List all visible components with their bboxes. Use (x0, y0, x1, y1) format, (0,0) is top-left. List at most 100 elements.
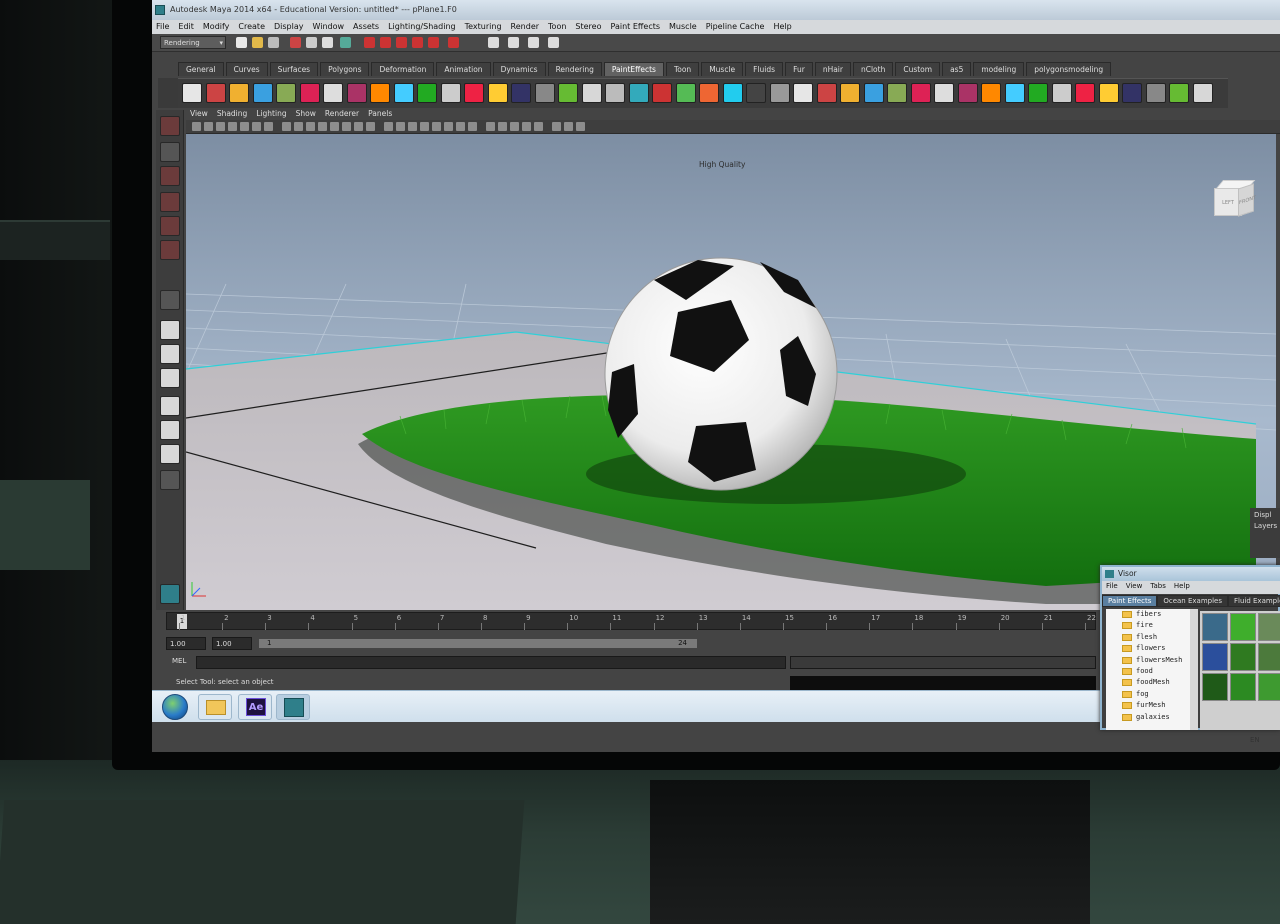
panel-tool-icon[interactable] (396, 122, 405, 131)
visor-menu-file[interactable]: File (1102, 581, 1122, 590)
shelf-tab-muscle[interactable]: Muscle (701, 62, 744, 76)
render-frame-icon[interactable] (488, 37, 499, 48)
visor-menu-help[interactable]: Help (1170, 581, 1194, 590)
panel-tool-icon[interactable] (552, 122, 561, 131)
paint-effects-brush-icon[interactable] (346, 83, 367, 103)
shelf-tab-fur[interactable]: Fur (785, 62, 813, 76)
panel-tool-icon[interactable] (240, 122, 249, 131)
menu-render[interactable]: Render (507, 20, 544, 31)
open-scene-icon[interactable] (252, 37, 263, 48)
visor-folder[interactable]: food (1106, 666, 1190, 677)
make-live-icon[interactable] (428, 37, 439, 48)
visor-tab-fluid-examples[interactable]: Fluid Examples (1227, 595, 1280, 607)
menu-toon[interactable]: Toon (544, 20, 571, 31)
hypershade-icon[interactable] (548, 37, 559, 48)
menu-texturing[interactable]: Texturing (461, 20, 507, 31)
panel-tool-icon[interactable] (408, 122, 417, 131)
visor-folder[interactable]: fibers (1106, 609, 1190, 620)
paint-effects-brush-icon[interactable] (1051, 83, 1072, 103)
shelf-tab-animation[interactable]: Animation (436, 62, 491, 76)
mel-input[interactable] (196, 656, 786, 669)
paint-effects-brush-icon[interactable] (840, 83, 860, 103)
panel-tool-icon[interactable] (354, 122, 363, 131)
range-bar[interactable]: 1 24 (258, 638, 698, 649)
paint-effects-brush-icon[interactable] (793, 83, 813, 103)
paint-effects-brush-icon[interactable] (722, 83, 743, 103)
panel-tool-icon[interactable] (192, 122, 201, 131)
shelf-tab-as5[interactable]: as5 (942, 62, 972, 76)
menu-stereo[interactable]: Stereo (571, 20, 606, 31)
paint-effects-brush-icon[interactable] (981, 83, 1001, 103)
panel-menu-lighting[interactable]: Lighting (252, 108, 291, 118)
visor-folder[interactable]: flesh (1106, 632, 1190, 643)
paint-effects-brush-icon[interactable] (558, 83, 578, 103)
mask-icon[interactable] (340, 37, 351, 48)
snap-plane-icon[interactable] (412, 37, 423, 48)
start-button[interactable] (162, 694, 188, 720)
paint-effects-brush-icon[interactable] (1169, 83, 1189, 103)
panel-tool-icon[interactable] (576, 122, 585, 131)
paint-effects-brush-icon[interactable] (182, 83, 202, 103)
paint-effects-brush-icon[interactable] (675, 83, 696, 103)
taskbar-after-effects[interactable]: Ae (238, 694, 272, 720)
four-pane-layout-icon[interactable] (160, 344, 180, 364)
paint-effects-brush-icon[interactable] (887, 83, 907, 103)
panel-tool-icon[interactable] (468, 122, 477, 131)
panel-tool-icon[interactable] (366, 122, 375, 131)
shelf-tab-custom[interactable]: Custom (895, 62, 941, 76)
display-tab[interactable]: Displ (1250, 508, 1280, 519)
panel-menu-show[interactable]: Show (292, 108, 321, 118)
menu-create[interactable]: Create (234, 20, 270, 31)
scale-tool-icon[interactable] (160, 240, 180, 260)
new-scene-icon[interactable] (236, 37, 247, 48)
shelf-tab-general[interactable]: General (178, 62, 224, 76)
brush-thumbnail[interactable] (1258, 643, 1280, 671)
taskbar-explorer[interactable] (198, 694, 232, 720)
panel-tool-icon[interactable] (318, 122, 327, 131)
panel-tool-icon[interactable] (498, 122, 507, 131)
layers-tab[interactable]: Layers (1250, 519, 1280, 530)
panel-tool-icon[interactable] (384, 122, 393, 131)
snap-grid-icon[interactable] (364, 37, 375, 48)
panel-tool-icon[interactable] (456, 122, 465, 131)
move-tool-icon[interactable] (160, 192, 180, 212)
paint-effects-brush-icon[interactable] (511, 83, 531, 103)
paint-effects-brush-icon[interactable] (440, 83, 461, 103)
paint-effects-brush-icon[interactable] (957, 83, 978, 103)
brush-thumbnail[interactable] (1230, 613, 1256, 641)
select-object-icon[interactable] (306, 37, 317, 48)
panel-tool-icon[interactable] (306, 122, 315, 131)
playback-start-field[interactable]: 1.00 (212, 637, 252, 650)
time-slider[interactable]: 1 1 2 3 4 5 6 7 8 9 10 11 12 13 14 15 16 17 18 19 20 21 22 (166, 612, 1096, 630)
panel-tool-icon[interactable] (534, 122, 543, 131)
snap-point-icon[interactable] (396, 37, 407, 48)
panel-tool-icon[interactable] (264, 122, 273, 131)
layout-options-icon[interactable] (160, 470, 180, 490)
paint-effects-brush-icon[interactable] (934, 83, 954, 103)
view-cube[interactable]: LEFT FRONT (1214, 180, 1258, 220)
select-hierarchy-icon[interactable] (290, 37, 301, 48)
visor-folder[interactable]: flowersMesh (1106, 655, 1190, 666)
shelf-tab-painteffects[interactable]: PaintEffects (603, 62, 664, 76)
menu-pipeline-cache[interactable]: Pipeline Cache (702, 20, 770, 31)
paint-effects-brush-icon[interactable] (769, 83, 790, 103)
animation-start-field[interactable]: 1.00 (166, 637, 206, 650)
rotate-tool-icon[interactable] (160, 216, 180, 236)
paint-effects-brush-icon[interactable] (1004, 83, 1025, 103)
paint-effects-brush-icon[interactable] (205, 83, 226, 103)
panel-tool-icon[interactable] (444, 122, 453, 131)
menu-assets[interactable]: Assets (349, 20, 384, 31)
panel-tool-icon[interactable] (216, 122, 225, 131)
paint-effects-brush-icon[interactable] (487, 83, 508, 103)
paint-effects-brush-icon[interactable] (1075, 83, 1095, 103)
paint-effects-brush-icon[interactable] (816, 83, 837, 103)
menu-set-dropdown[interactable]: Rendering ▾ (160, 36, 226, 49)
shelf-tab-polygons[interactable]: Polygons (320, 62, 370, 76)
view-cube-right[interactable]: FRONT (1238, 183, 1256, 217)
menu-paint-effects[interactable]: Paint Effects (607, 20, 666, 31)
panel-tool-icon[interactable] (228, 122, 237, 131)
panel-tool-icon[interactable] (510, 122, 519, 131)
render-settings-icon[interactable] (528, 37, 539, 48)
panel-tool-icon[interactable] (294, 122, 303, 131)
brush-thumbnail[interactable] (1230, 673, 1256, 701)
